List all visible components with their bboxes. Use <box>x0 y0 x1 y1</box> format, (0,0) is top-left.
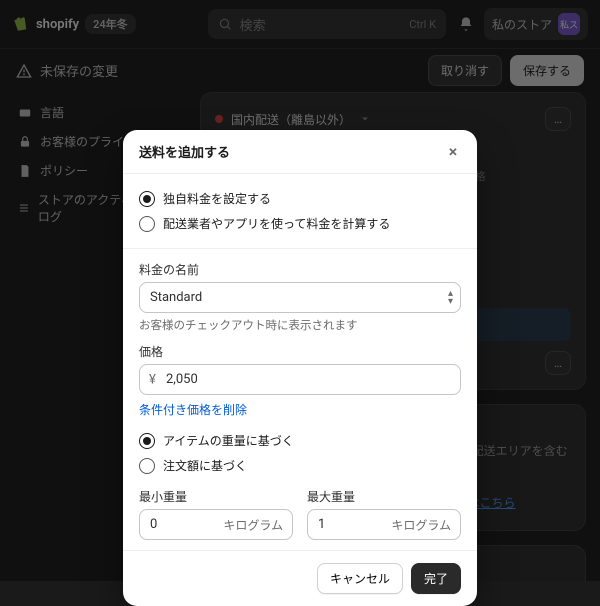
radio-label: 独自料金を設定する <box>163 190 271 207</box>
close-icon[interactable]: × <box>445 144 461 160</box>
basis-order-radio[interactable]: 注文額に基づく <box>139 453 461 478</box>
unit-label: キログラム <box>391 516 451 533</box>
radio-label: 配送業者やアプリを使って料金を計算する <box>163 215 390 232</box>
modal-overlay[interactable]: 送料を追加する × 独自料金を設定する 配送業者やアプリを使って料金を計算する … <box>0 0 600 581</box>
modal-header: 送料を追加する × <box>123 130 477 174</box>
max-weight-label: 最大重量 <box>307 488 461 505</box>
basis-weight-radio[interactable]: アイテムの重量に基づく <box>139 428 461 453</box>
unit-label: キログラム <box>223 516 283 533</box>
rate-type-carrier-radio[interactable]: 配送業者やアプリを使って料金を計算する <box>139 211 461 236</box>
add-rate-modal: 送料を追加する × 独自料金を設定する 配送業者やアプリを使って料金を計算する … <box>123 130 477 606</box>
price-label: 価格 <box>139 343 461 360</box>
radio-icon <box>139 458 155 474</box>
min-weight-label: 最小重量 <box>139 488 293 505</box>
delete-conditions-link[interactable]: 条件付き価格を削除 <box>139 401 247 418</box>
currency-prefix: ¥ <box>149 372 156 387</box>
rate-type-custom-radio[interactable]: 独自料金を設定する <box>139 186 461 211</box>
radio-label: アイテムの重量に基づく <box>163 432 294 449</box>
done-button[interactable]: 完了 <box>411 563 461 594</box>
modal-title: 送料を追加する <box>139 142 230 161</box>
cancel-button[interactable]: キャンセル <box>317 563 403 594</box>
modal-footer: キャンセル 完了 <box>123 550 477 606</box>
radio-icon <box>139 216 155 232</box>
radio-label: 注文額に基づく <box>163 457 247 474</box>
price-input[interactable] <box>139 364 461 395</box>
radio-icon <box>139 191 155 207</box>
radio-icon <box>139 433 155 449</box>
select-chevron-icon[interactable]: ▴▾ <box>448 290 453 306</box>
rate-name-input[interactable] <box>139 282 461 313</box>
rate-name-label: 料金の名前 <box>139 261 461 278</box>
rate-name-help: お客様のチェックアウト時に表示されます <box>139 317 461 333</box>
